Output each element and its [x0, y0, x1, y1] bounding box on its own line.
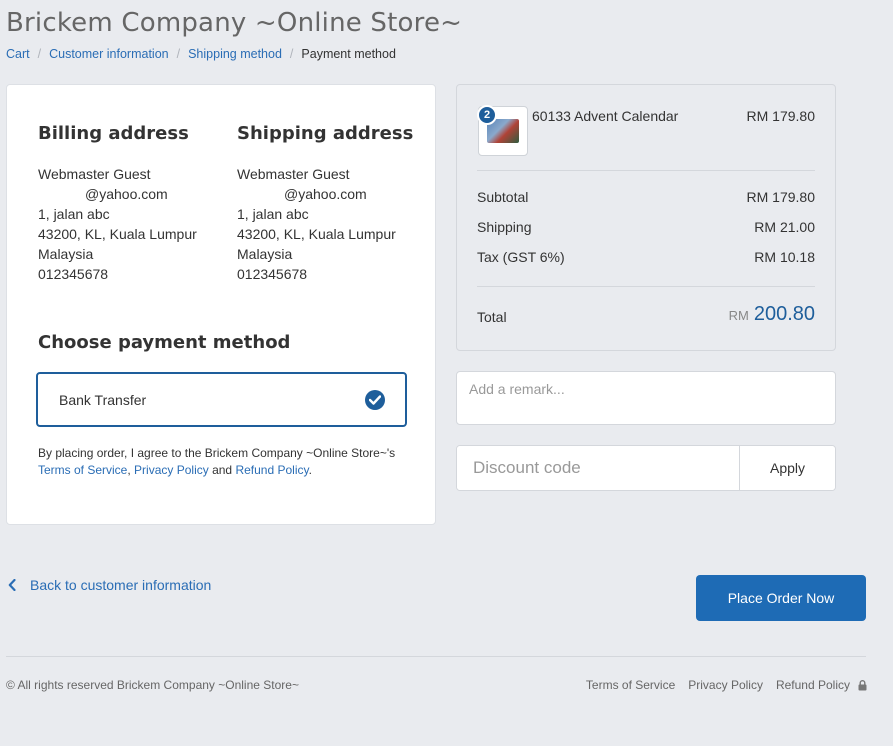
terms-prefix: By placing order, I agree to the Brickem…: [38, 446, 396, 460]
shipping-name: Webmaster Guest: [237, 166, 350, 182]
shipping-country: Malaysia: [237, 246, 293, 262]
billing-city: 43200, KL, Kuala Lumpur: [38, 226, 197, 242]
shipping-email: @yahoo.com: [284, 186, 367, 202]
summary-divider: [477, 170, 815, 171]
shipping-address: Shipping address Webmaster Guest @yahoo.…: [237, 123, 413, 284]
footer-terms-link[interactable]: Terms of Service: [586, 678, 675, 692]
total-label: Total: [477, 309, 507, 325]
chevron-left-icon: [8, 579, 16, 591]
tax-row: Tax (GST 6%) RM 10.18: [477, 249, 815, 265]
breadcrumb-shipping-method[interactable]: Shipping method: [188, 47, 282, 61]
terms-of-service-link[interactable]: Terms of Service: [38, 463, 127, 477]
billing-email: @yahoo.com: [85, 186, 168, 202]
refund-policy-link[interactable]: Refund Policy: [235, 463, 308, 477]
subtotal-label: Subtotal: [477, 189, 529, 205]
terms-and: and: [212, 463, 233, 477]
back-to-customer-information-link[interactable]: Back to customer information: [8, 577, 211, 593]
billing-name: Webmaster Guest: [38, 166, 151, 182]
check-circle-icon: [365, 389, 385, 410]
payment-option-bank-transfer[interactable]: Bank Transfer: [36, 372, 407, 427]
store-title: Brickem Company ~Online Store~: [6, 8, 463, 38]
product-name: 60133 Advent Calendar: [532, 108, 679, 124]
billing-phone: 012345678: [38, 266, 109, 282]
quantity-badge: 2: [477, 105, 497, 125]
place-order-button[interactable]: Place Order Now: [696, 575, 866, 621]
checkout-details-panel: Billing address Webmaster Guest @yahoo.c…: [6, 84, 436, 525]
terms-period: .: [308, 463, 312, 477]
shipping-city: 43200, KL, Kuala Lumpur: [237, 226, 396, 242]
breadcrumb-separator: /: [176, 47, 181, 61]
footer-refund-link[interactable]: Refund Policy: [776, 678, 850, 692]
product-price: RM 179.80: [746, 108, 815, 124]
footer-links: Terms of Service Privacy Policy Refund P…: [573, 678, 867, 692]
subtotal-value: RM 179.80: [746, 189, 815, 205]
billing-address: Billing address Webmaster Guest @yahoo.c…: [38, 123, 197, 284]
lock-icon: [858, 679, 867, 691]
billing-country: Malaysia: [38, 246, 94, 262]
breadcrumb-cart[interactable]: Cart: [6, 47, 30, 61]
copyright-text: © All rights reserved Brickem Company ~O…: [6, 678, 299, 692]
shipping-row: Shipping RM 21.00: [477, 219, 815, 235]
shipping-phone: 012345678: [237, 266, 308, 282]
shipping-value: RM 21.00: [754, 219, 815, 235]
breadcrumb: Cart / Customer information / Shipping m…: [6, 47, 396, 61]
apply-discount-button[interactable]: Apply: [739, 446, 835, 490]
payment-method-heading: Choose payment method: [38, 332, 291, 353]
shipping-address-heading: Shipping address: [237, 123, 414, 144]
breadcrumb-payment-method: Payment method: [301, 47, 396, 61]
order-summary: 2 60133 Advent Calendar RM 179.80 Subtot…: [456, 84, 836, 351]
shipping-street: 1, jalan abc: [237, 206, 309, 222]
tax-value: RM 10.18: [754, 249, 815, 265]
breadcrumb-separator: /: [289, 47, 294, 61]
remark-input[interactable]: [456, 371, 836, 425]
shipping-label: Shipping: [477, 219, 532, 235]
breadcrumb-customer-information[interactable]: Customer information: [49, 47, 169, 61]
total-amount: 200.80: [753, 303, 815, 325]
total-value: RM 200.80: [729, 303, 815, 326]
footer-privacy-link[interactable]: Privacy Policy: [688, 678, 763, 692]
breadcrumb-separator: /: [37, 47, 42, 61]
summary-divider: [477, 286, 815, 287]
billing-address-heading: Billing address: [38, 123, 189, 144]
back-link-label: Back to customer information: [30, 577, 212, 593]
payment-option-label: Bank Transfer: [59, 391, 147, 408]
privacy-policy-link[interactable]: Privacy Policy: [134, 463, 209, 477]
tax-label: Tax (GST 6%): [477, 249, 565, 265]
terms-agreement: By placing order, I agree to the Brickem…: [38, 445, 418, 479]
total-currency: RM: [728, 308, 749, 323]
footer-divider: [6, 656, 866, 657]
discount-code-input[interactable]: [457, 446, 739, 490]
terms-comma: ,: [127, 463, 131, 477]
subtotal-row: Subtotal RM 179.80: [477, 189, 815, 205]
discount-form: Apply: [456, 445, 836, 491]
billing-street: 1, jalan abc: [38, 206, 110, 222]
